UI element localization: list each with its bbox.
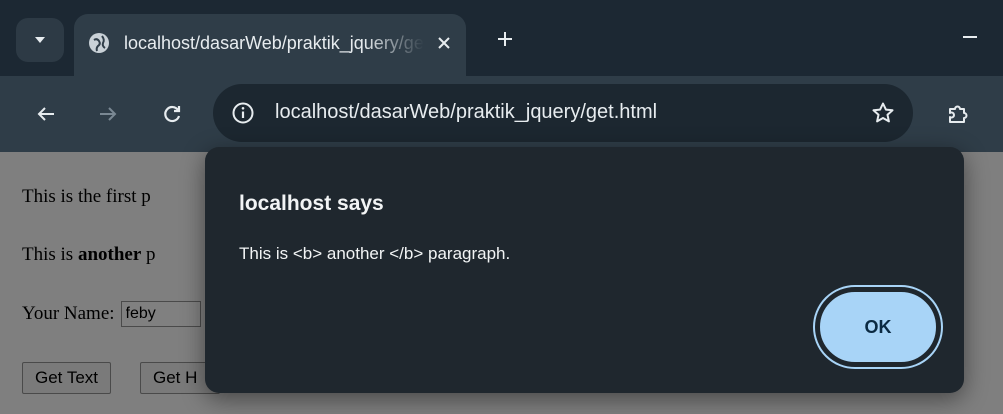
- arrow-left-icon: [37, 107, 54, 121]
- name-input[interactable]: [120, 301, 201, 327]
- tab-close-button[interactable]: [430, 29, 458, 57]
- new-tab-button[interactable]: [490, 24, 520, 54]
- back-button[interactable]: [28, 96, 64, 132]
- plus-icon: [498, 32, 512, 46]
- reload-icon: [164, 105, 181, 123]
- forward-button[interactable]: [90, 96, 126, 132]
- minimize-icon: [963, 36, 977, 38]
- star-icon: [872, 102, 894, 123]
- tab-title: localhost/dasarWeb/praktik_jquery/get.ht…: [124, 33, 424, 53]
- reload-button[interactable]: [154, 96, 190, 132]
- site-info-button[interactable]: [229, 99, 257, 127]
- globe-icon: [89, 33, 109, 53]
- minimize-button[interactable]: [955, 22, 985, 52]
- arrow-right-icon: [100, 107, 117, 121]
- name-row: Your Name:: [22, 301, 201, 327]
- dialog-message: This is <b> another </b> paragraph.: [239, 244, 511, 263]
- tab-strip: localhost/dasarWeb/praktik_jquery/get.ht…: [0, 0, 1003, 76]
- extensions-button[interactable]: [940, 96, 976, 132]
- tab-active[interactable]: localhost/dasarWeb/praktik_jquery/get.ht…: [74, 14, 466, 76]
- browser-toolbar: localhost/dasarWeb/praktik_jquery/get.ht…: [0, 76, 1003, 152]
- paragraph-first: This is the first p: [22, 186, 151, 207]
- paragraph-another-bold: another: [77, 244, 142, 265]
- paragraph-another-suffix: p: [141, 244, 156, 265]
- get-text-button[interactable]: Get Text: [22, 362, 111, 394]
- info-icon: [232, 102, 254, 124]
- ok-button[interactable]: OK: [813, 285, 943, 369]
- url-text[interactable]: localhost/dasarWeb/praktik_jquery/get.ht…: [275, 101, 657, 124]
- paragraph-another: This is another p: [22, 244, 156, 266]
- chevron-down-icon: [35, 37, 45, 43]
- puzzle-icon: [949, 105, 968, 123]
- tab-search-button[interactable]: [16, 18, 64, 62]
- paragraph-another-prefix: This is: [22, 244, 78, 265]
- bookmark-button[interactable]: [869, 99, 897, 127]
- name-label: Your Name:: [22, 303, 115, 324]
- address-bar[interactable]: localhost/dasarWeb/praktik_jquery/get.ht…: [213, 84, 913, 142]
- close-icon: [438, 37, 450, 49]
- dialog-title: localhost says: [239, 192, 384, 215]
- alert-dialog: localhost says This is <b> another </b> …: [205, 147, 964, 393]
